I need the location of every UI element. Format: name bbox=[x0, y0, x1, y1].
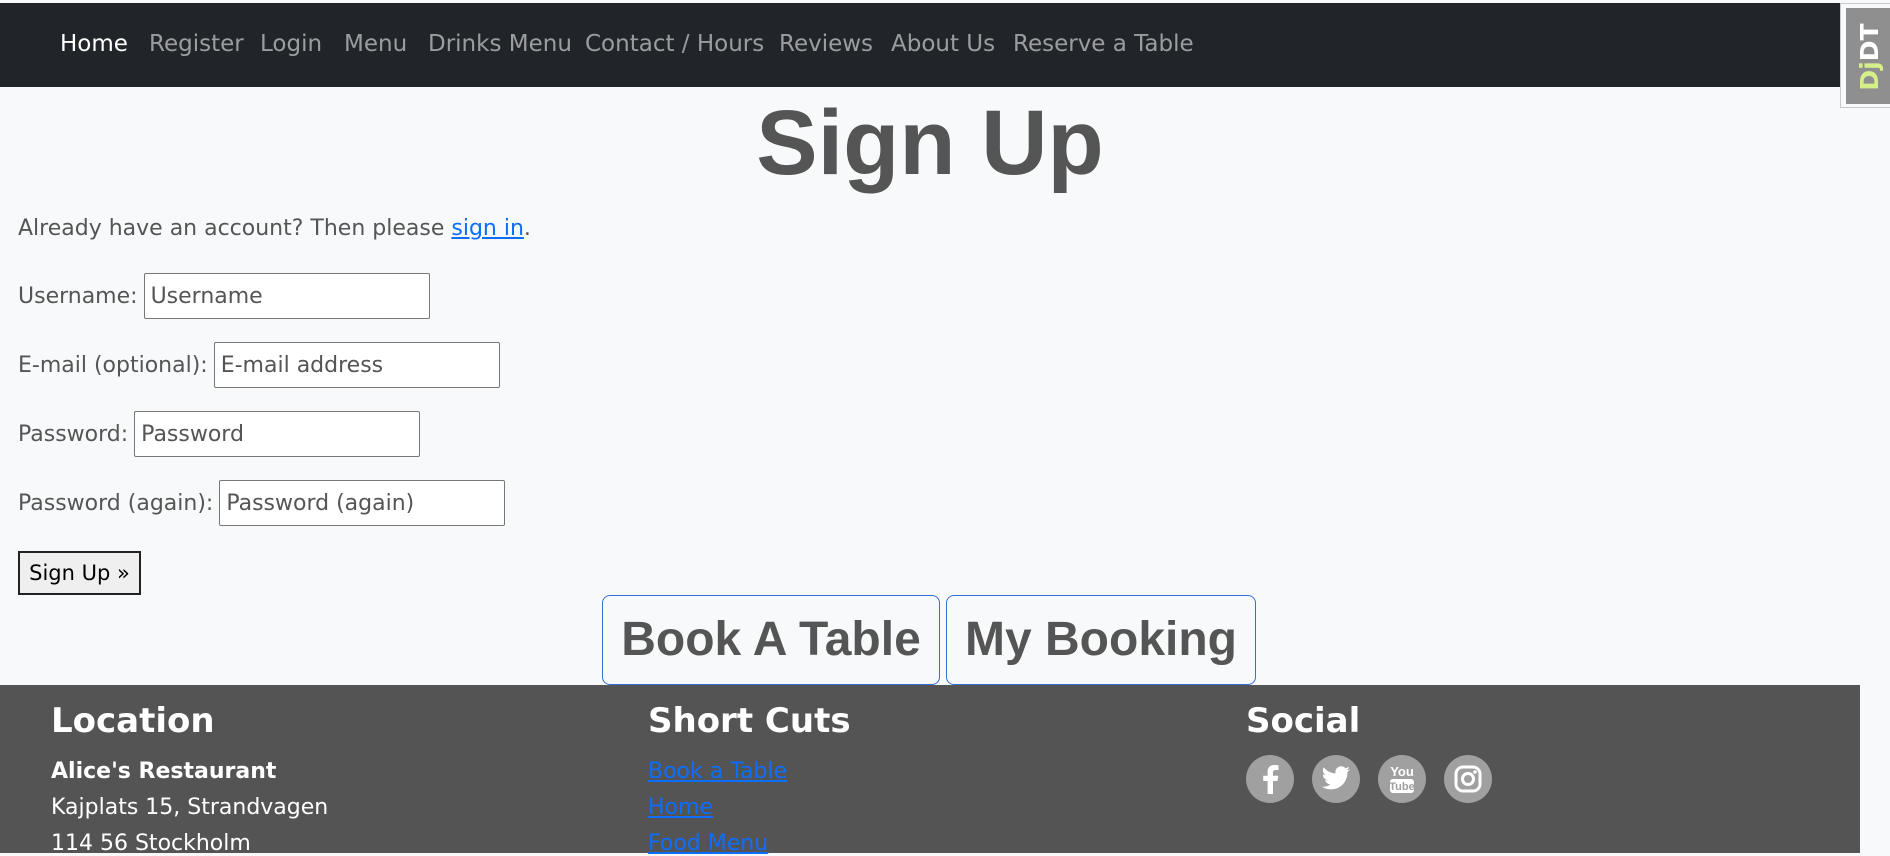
nav-contact-hours[interactable]: Contact / Hours bbox=[585, 31, 764, 57]
facebook-icon[interactable] bbox=[1246, 755, 1294, 803]
page-title: Sign Up bbox=[756, 92, 1104, 194]
nav-about-us[interactable]: About Us bbox=[891, 31, 995, 57]
signin-prompt: Already have an account? Then please sig… bbox=[18, 216, 531, 241]
shortcut-food-menu[interactable]: Food Menu bbox=[648, 831, 768, 856]
address-line: 114 56 Stockholm bbox=[51, 831, 251, 856]
address-line: Kajplats 15, Strandvagen bbox=[51, 795, 329, 820]
password-label: Password: bbox=[18, 421, 129, 447]
password-again-input[interactable] bbox=[219, 480, 506, 526]
username-row: Username: bbox=[18, 273, 430, 319]
location-heading: Location bbox=[51, 701, 215, 741]
nav-reserve-table[interactable]: Reserve a Table bbox=[1013, 31, 1194, 57]
email-label: E-mail (optional): bbox=[18, 352, 208, 378]
instagram-icon[interactable] bbox=[1444, 755, 1492, 803]
nav-login[interactable]: Login bbox=[260, 31, 322, 57]
email-row: E-mail (optional): bbox=[18, 342, 500, 388]
twitter-icon[interactable] bbox=[1312, 755, 1360, 803]
djdt-logo: DjDT bbox=[1855, 23, 1884, 91]
signup-button[interactable]: Sign Up » bbox=[18, 551, 141, 595]
nav-menu[interactable]: Menu bbox=[344, 31, 407, 57]
nav-drinks-menu[interactable]: Drinks Menu bbox=[428, 31, 572, 57]
shortcut-book-table[interactable]: Book a Table bbox=[648, 759, 787, 784]
svg-text:Tube: Tube bbox=[1389, 781, 1414, 793]
shortcuts-heading: Short Cuts bbox=[648, 701, 851, 741]
username-input[interactable] bbox=[143, 273, 430, 319]
my-booking-button[interactable]: My Booking bbox=[946, 595, 1256, 685]
svg-text:You: You bbox=[1390, 764, 1414, 779]
nav-home[interactable]: Home bbox=[60, 31, 128, 57]
footer: Location Alice's Restaurant Kajplats 15,… bbox=[0, 685, 1860, 856]
navbar: Home Register Login Menu Drinks Menu Con… bbox=[0, 3, 1890, 87]
nav-register[interactable]: Register bbox=[149, 31, 244, 57]
nav-reviews[interactable]: Reviews bbox=[779, 31, 873, 57]
book-table-button[interactable]: Book A Table bbox=[602, 595, 940, 685]
password-again-row: Password (again): bbox=[18, 480, 506, 526]
password-row: Password: bbox=[18, 411, 421, 457]
username-label: Username: bbox=[18, 283, 138, 309]
restaurant-name: Alice's Restaurant bbox=[51, 759, 277, 784]
signin-link[interactable]: sign in bbox=[451, 216, 524, 241]
shortcut-home[interactable]: Home bbox=[648, 795, 713, 820]
social-heading: Social bbox=[1246, 701, 1361, 741]
password-again-label: Password (again): bbox=[18, 490, 214, 516]
password-input[interactable] bbox=[134, 411, 421, 457]
youtube-icon[interactable]: You Tube bbox=[1378, 755, 1426, 803]
email-input[interactable] bbox=[213, 342, 500, 388]
